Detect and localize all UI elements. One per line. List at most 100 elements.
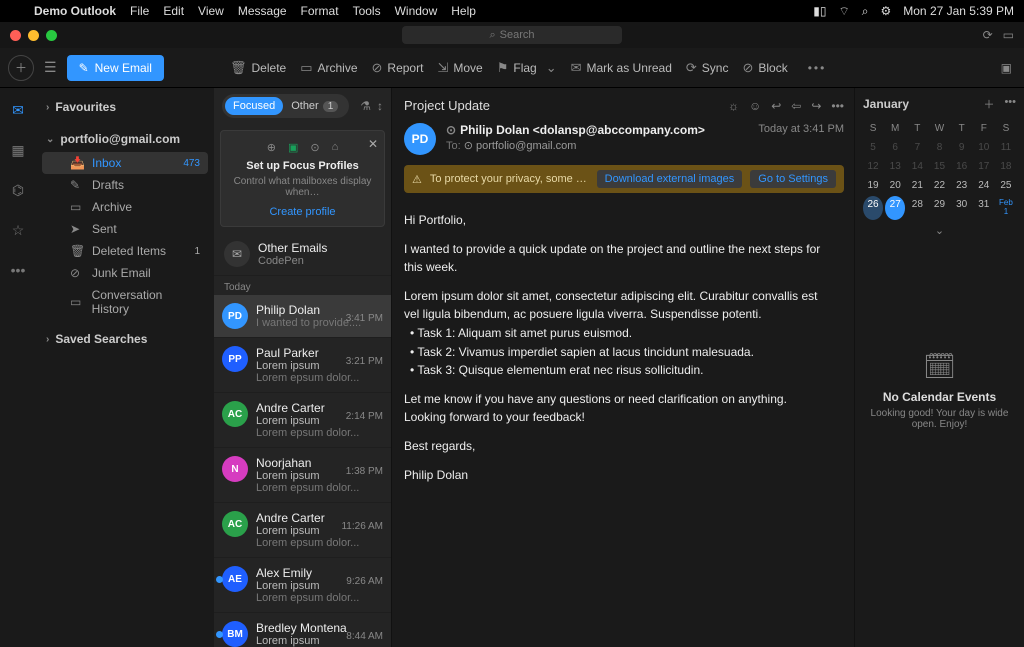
emoji-icon[interactable]: ☺ — [749, 99, 761, 113]
tab-other[interactable]: Other1 — [283, 97, 346, 115]
calendar-day[interactable]: 7 — [907, 139, 927, 156]
folder-junk-email[interactable]: ⊘Junk Email — [42, 262, 208, 284]
calendar-day[interactable]: 15 — [929, 158, 949, 175]
calendar-day[interactable]: 31 — [974, 196, 994, 220]
menubar-item[interactable]: Tools — [353, 4, 381, 18]
folder-inbox[interactable]: 📥Inbox473 — [42, 152, 208, 174]
sidebar-toggle-button[interactable]: ☰ — [44, 59, 57, 76]
more-actions-button[interactable]: ••• — [808, 61, 827, 75]
folder-conversation-history[interactable]: ▭Conversation History — [42, 284, 208, 320]
message-item[interactable]: ACAndre CarterLorem ipsumLorem epsum dol… — [214, 393, 391, 448]
menubar-item[interactable]: Window — [395, 4, 438, 18]
control-center-icon[interactable]: ⚙ — [881, 4, 892, 18]
calendar-day[interactable]: 5 — [863, 139, 883, 156]
calendar-day[interactable]: 23 — [952, 177, 972, 194]
calendar-day[interactable]: 19 — [863, 177, 883, 194]
other-emails-row[interactable]: ✉ Other Emails CodePen — [214, 233, 391, 276]
menubar-item[interactable]: Help — [451, 4, 476, 18]
spotlight-icon[interactable]: ⌕ — [862, 4, 869, 19]
close-icon[interactable]: ✕ — [368, 137, 378, 151]
battery-icon[interactable]: ▮▯ — [813, 4, 826, 18]
reading-pane-toggle[interactable]: ▣ — [1001, 61, 1012, 75]
message-item[interactable]: ACAndre CarterLorem ipsumLorem epsum dol… — [214, 503, 391, 558]
saved-searches-section[interactable]: ›Saved Searches — [36, 326, 214, 352]
calendar-day[interactable]: 11 — [996, 139, 1016, 156]
block-button[interactable]: ⊘Block — [742, 60, 787, 76]
archive-button[interactable]: ▭Archive — [300, 60, 357, 76]
rail-mail-icon[interactable]: ✉ — [6, 98, 30, 122]
calendar-day[interactable]: 9 — [952, 139, 972, 156]
wifi-icon[interactable]: ⌔ — [838, 4, 849, 19]
folder-deleted-items[interactable]: 🗑Deleted Items1 — [42, 240, 208, 262]
calendar-day[interactable]: 10 — [974, 139, 994, 156]
calendar-day[interactable]: 13 — [885, 158, 905, 175]
calendar-day[interactable]: 16 — [952, 158, 972, 175]
rail-more-icon[interactable]: ••• — [6, 258, 30, 282]
sync-status-icon[interactable]: ⟳ — [983, 28, 993, 42]
menubar-item[interactable]: File — [130, 4, 149, 18]
account-section[interactable]: ⌄portfolio@gmail.com — [36, 126, 214, 152]
new-email-button[interactable]: ✎ New Email — [67, 55, 164, 81]
calendar-day[interactable]: 8 — [929, 139, 949, 156]
calendar-day[interactable]: 25 — [996, 177, 1016, 194]
message-item[interactable]: PDPhilip DolanI wanted to provide....3:4… — [214, 295, 391, 338]
brightness-icon[interactable]: ☼ — [728, 99, 739, 113]
calendar-day[interactable]: 26 — [863, 196, 883, 220]
folder-sent[interactable]: ➤Sent — [42, 218, 208, 240]
rail-people-icon[interactable]: ⌬ — [6, 178, 30, 202]
calendar-day[interactable]: 20 — [885, 177, 905, 194]
calendar-day[interactable]: Feb1 — [996, 196, 1016, 220]
create-profile-link[interactable]: Create profile — [231, 206, 374, 218]
message-item[interactable]: NNoorjahanLorem ipsumLorem epsum dolor..… — [214, 448, 391, 503]
rail-calendar-icon[interactable]: ▦ — [6, 138, 30, 162]
sort-icon[interactable]: ↕ — [377, 99, 383, 113]
filter-icon[interactable]: ⚗ — [360, 99, 371, 113]
calendar-day[interactable]: 12 — [863, 158, 883, 175]
calendar-expand-icon[interactable]: ⌄ — [863, 220, 1016, 241]
favourites-section[interactable]: ›Favourites — [36, 94, 214, 120]
forward-icon[interactable]: ↪ — [811, 99, 821, 113]
menubar-item[interactable]: Format — [301, 4, 339, 18]
folder-archive[interactable]: ▭Archive — [42, 196, 208, 218]
calendar-day[interactable]: 24 — [974, 177, 994, 194]
message-item[interactable]: AEAlex EmilyLorem ipsumLorem epsum dolor… — [214, 558, 391, 613]
add-account-button[interactable]: ＋ — [8, 55, 34, 81]
add-event-icon[interactable]: ＋ — [983, 96, 994, 112]
menubar-item[interactable]: Edit — [163, 4, 184, 18]
message-item[interactable]: PPPaul ParkerLorem ipsumLorem epsum dolo… — [214, 338, 391, 393]
calendar-day[interactable]: 14 — [907, 158, 927, 175]
sync-button[interactable]: ⟳Sync — [686, 60, 729, 76]
reply-all-icon[interactable]: ⇦ — [791, 99, 801, 113]
move-button[interactable]: ⇲Move — [437, 60, 482, 76]
calendar-day[interactable]: 17 — [974, 158, 994, 175]
maximize-window-button[interactable] — [46, 30, 57, 41]
calendar-day[interactable]: 21 — [907, 177, 927, 194]
email-more-icon[interactable]: ••• — [831, 99, 844, 113]
calendar-more-icon[interactable]: ••• — [1004, 96, 1016, 112]
download-images-button[interactable]: Download external images — [597, 170, 743, 188]
search-input[interactable]: ⌕ Search — [402, 26, 622, 44]
close-window-button[interactable] — [10, 30, 21, 41]
report-button[interactable]: ⊘Report — [372, 60, 424, 76]
calendar-day[interactable]: 18 — [996, 158, 1016, 175]
tab-focused[interactable]: Focused — [225, 97, 283, 115]
message-item[interactable]: BMBredley MontenaLorem ipsumLorem epsum … — [214, 613, 391, 647]
delete-button[interactable]: 🗑Delete — [230, 60, 286, 76]
flag-button[interactable]: ⚑Flag⌄ — [497, 60, 557, 76]
minimize-window-button[interactable] — [28, 30, 39, 41]
calendar-day[interactable]: 6 — [885, 139, 905, 156]
menubar-item[interactable]: View — [198, 4, 224, 18]
menubar-datetime[interactable]: Mon 27 Jan 5:39 PM — [903, 4, 1014, 18]
reply-icon[interactable]: ↩ — [771, 99, 781, 113]
folder-drafts[interactable]: ✎Drafts — [42, 174, 208, 196]
calendar-day[interactable]: 28 — [907, 196, 927, 220]
calendar-day[interactable]: 30 — [952, 196, 972, 220]
calendar-day[interactable]: 27 — [885, 196, 905, 220]
new-window-icon[interactable]: ▭ — [1003, 28, 1014, 42]
mark-unread-button[interactable]: ✉Mark as Unread — [571, 60, 672, 76]
calendar-day[interactable]: 29 — [929, 196, 949, 220]
app-name[interactable]: Demo Outlook — [34, 4, 116, 18]
go-to-settings-button[interactable]: Go to Settings — [750, 170, 836, 188]
rail-favorites-icon[interactable]: ☆ — [6, 218, 30, 242]
menubar-item[interactable]: Message — [238, 4, 287, 18]
